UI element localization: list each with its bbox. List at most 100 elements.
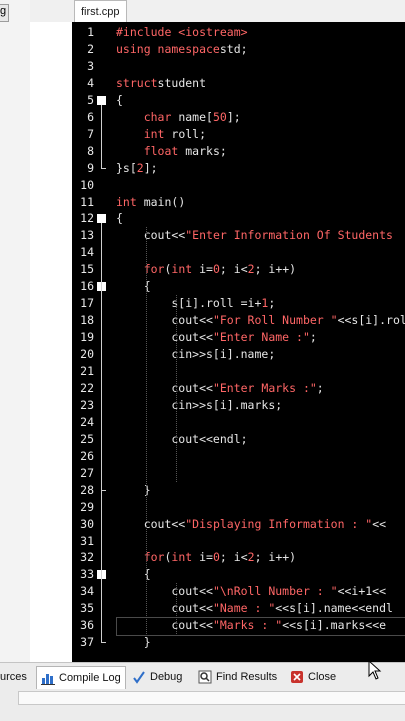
code-line[interactable]: cout<<"Name : "<<s[i].name<<endl (116, 600, 393, 617)
code-token: main() (136, 194, 186, 209)
code-line[interactable]: using namespacestd; (116, 41, 248, 58)
horizontal-scrollbar[interactable] (18, 691, 405, 705)
code-line[interactable]: #include <iostream> (116, 24, 248, 41)
code-token: int (171, 550, 193, 565)
code-token: << (372, 516, 387, 531)
line-number: 12 (80, 211, 94, 226)
line-number: 34 (80, 584, 94, 599)
line-number: 10 (80, 177, 94, 192)
line-number: 27 (80, 465, 94, 480)
tab-close[interactable]: Close (290, 666, 336, 688)
line-number: 8 (87, 143, 94, 158)
code-token: ; i++) (254, 550, 297, 565)
close-icon (291, 671, 303, 683)
code-token: cout<<endl; (116, 431, 248, 446)
line-number: 25 (80, 431, 94, 446)
code-token: { (116, 92, 123, 107)
tab-first-cpp[interactable]: first.cpp (74, 0, 127, 23)
tab-debug[interactable]: Debug (132, 666, 182, 688)
editor-tab-bar: first.cpp (30, 0, 405, 23)
line-number: 18 (80, 313, 94, 328)
code-line[interactable]: char name[50]; (116, 109, 241, 126)
code-token: int (116, 194, 137, 209)
code-line[interactable]: { (116, 92, 123, 109)
indent-guide (176, 295, 177, 482)
fold-toggle-icon[interactable] (97, 95, 106, 105)
code-line[interactable]: }s[2]; (116, 160, 158, 177)
line-number: 11 (80, 194, 94, 209)
code-token: 2 (247, 262, 255, 277)
code-line[interactable]: cout<<endl; (116, 431, 248, 448)
line-number: 14 (80, 245, 94, 260)
code-token: ; (316, 380, 324, 395)
indent-guide (146, 227, 147, 635)
code-token: #include <iostream> (116, 25, 248, 39)
tab-compile-log[interactable]: Compile Log (36, 666, 126, 689)
code-line[interactable]: int main() (116, 194, 185, 211)
code-token: using namespace (116, 41, 220, 56)
code-token: cout<< (116, 228, 186, 243)
code-token: 0 (212, 262, 220, 277)
code-token: "For Roll Number " (212, 313, 338, 328)
code-token: } (116, 635, 151, 650)
code-token: name[ (171, 109, 213, 124)
tab-find-results[interactable]: Find Results (198, 666, 277, 688)
left-panel-tab[interactable]: g (0, 4, 9, 22)
code-line[interactable]: for(int i=0; i<2; i++) (116, 549, 296, 566)
code-token: char (143, 109, 172, 124)
code-line[interactable]: cout<<"Enter Information Of Students (116, 227, 393, 244)
code-token: int (143, 126, 165, 141)
line-number: 13 (80, 228, 94, 243)
fold-end-marker (101, 642, 106, 644)
line-number: 26 (80, 448, 94, 463)
code-token: cout<< (116, 330, 213, 345)
line-number: 1 (87, 25, 94, 39)
line-number: 32 (80, 550, 94, 565)
compile-log-icon (41, 674, 55, 685)
fold-guide (101, 104, 102, 168)
code-token: ; (268, 296, 276, 311)
line-number: 16 (80, 279, 94, 294)
code-token: cin>>s[i].marks; (116, 397, 283, 412)
code-line[interactable]: cout<<"Displaying Information : "<< (116, 516, 386, 533)
fold-end-marker (101, 167, 106, 169)
code-line[interactable]: cin>>s[i].marks; (116, 397, 282, 414)
code-line[interactable]: structstudent (116, 75, 206, 92)
left-panel-tab-label: g (0, 5, 7, 17)
tab-debug-label: Debug (150, 671, 183, 683)
code-token: "Displaying Information : " (185, 516, 373, 531)
tab-close-label: Close (308, 671, 337, 683)
tab-resources[interactable]: urces (0, 666, 27, 688)
tab-label: first.cpp (81, 6, 120, 18)
code-token: 2 (136, 160, 144, 175)
scroll-left-arrow-icon[interactable] (19, 694, 27, 702)
code-line[interactable]: cout<<"Marks : "<<s[i].marks<<e (116, 617, 386, 634)
left-panel: g (0, 0, 30, 662)
code-line[interactable]: cin>>s[i].name; (116, 346, 275, 363)
bottom-panel: urces Compile Log Debug Find Results Clo… (0, 662, 405, 721)
code-line[interactable]: { (116, 210, 123, 227)
fold-toggle-icon[interactable] (97, 214, 106, 224)
line-number: 35 (80, 601, 94, 616)
code-line[interactable]: float marks; (116, 143, 227, 160)
code-line[interactable]: } (116, 634, 151, 651)
code-token: ; i< (219, 550, 248, 565)
code-line[interactable]: s[i].roll =i+1; (116, 295, 275, 312)
code-editor[interactable]: 1 #include <iostream> 2 using namespacestd;… (72, 22, 405, 662)
code-token: 2 (247, 550, 255, 565)
line-number: 30 (80, 516, 94, 531)
code-line[interactable]: for(int i=0; i<2; i++) (116, 261, 296, 278)
code-line[interactable]: cout<<"Enter Marks :"; (116, 380, 324, 397)
code-token: <<i+1<< (337, 584, 387, 599)
code-line[interactable]: int roll; (116, 126, 206, 143)
code-token: <<s[i].marks<<e (282, 618, 387, 633)
code-line[interactable]: cout<<"\nRoll Number : "<<i+1<< (116, 583, 386, 600)
code-line[interactable]: cout<<"For Roll Number "<<s[i].roll (116, 312, 405, 329)
code-token: i= (192, 550, 213, 565)
debug-icon (133, 671, 145, 684)
line-number: 37 (80, 635, 94, 650)
tab-resources-label: urces (0, 671, 27, 683)
code-token: float (143, 143, 179, 158)
